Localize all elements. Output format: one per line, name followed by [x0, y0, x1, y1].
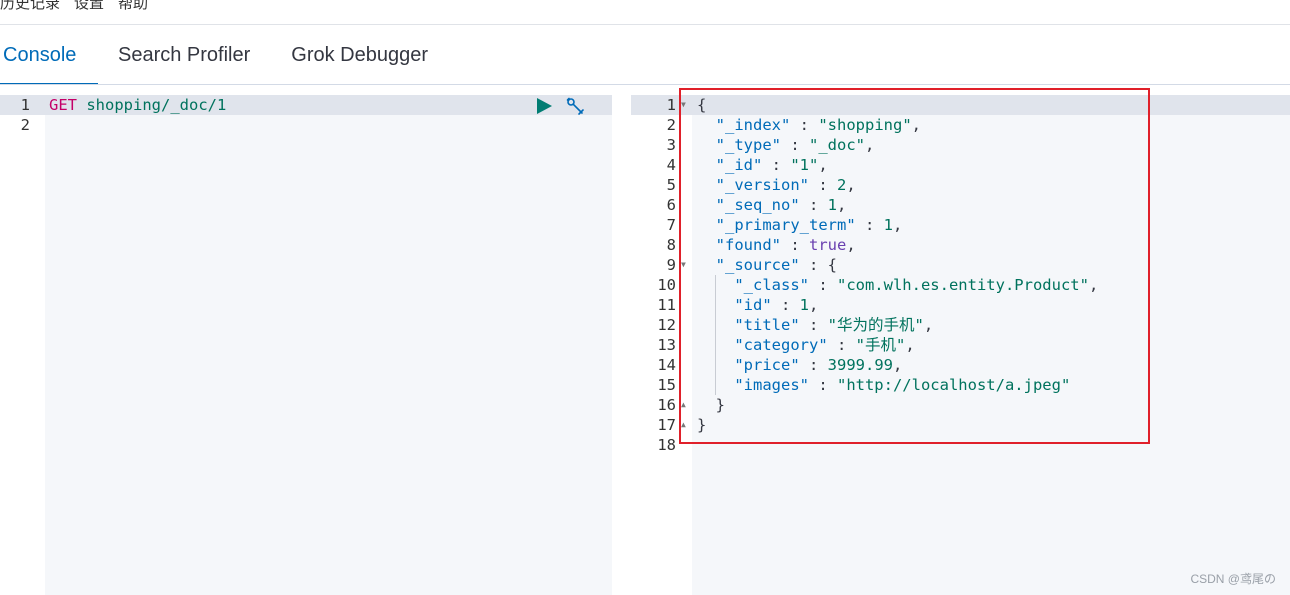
line-number: 18 [657, 436, 676, 454]
request-content-bg [45, 115, 612, 595]
json-line: } [715, 396, 726, 414]
line-number: 3 [666, 136, 676, 154]
top-menu: 历史记录 设置 帮助 [0, 0, 148, 16]
json-line: "images" : "http://localhost/a.jpeg" [734, 376, 1071, 394]
play-icon[interactable] [536, 98, 552, 114]
line-number: 6 [666, 196, 676, 214]
fold-toggle-icon[interactable]: ▲ [681, 415, 689, 435]
response-viewer[interactable]: 1 2 3 4 5 6 7 8 9 10 11 12 13 14 15 16 17 18 ▼ ▼ ▲ ▲ { "_… [631, 95, 1290, 595]
line-number: 17 [657, 416, 676, 434]
line-number: 1 [20, 96, 30, 114]
json-line: "_index" : "shopping", [715, 116, 921, 134]
json-line: "_version" : 2, [715, 176, 856, 194]
line-number: 2 [20, 116, 30, 134]
json-line: "title" : "华为的手机", [734, 316, 934, 334]
active-line-highlight [631, 95, 1290, 115]
menu-item-settings[interactable]: 设置 [74, 0, 104, 16]
json-line: "_id" : "1", [715, 156, 828, 174]
tabs-divider [0, 84, 1290, 85]
json-line: "id" : 1, [734, 296, 819, 314]
json-line: "_seq_no" : 1, [715, 196, 847, 214]
line-number: 10 [657, 276, 676, 294]
request-method: GET [49, 96, 77, 114]
json-line: { [697, 96, 707, 114]
json-line: "_type" : "_doc", [715, 136, 875, 154]
line-number: 14 [657, 356, 676, 374]
fold-toggle-icon[interactable]: ▼ [681, 255, 689, 275]
tab-console[interactable]: Console [0, 25, 98, 85]
line-number: 11 [657, 296, 676, 314]
request-path: shopping/_doc/1 [86, 96, 227, 114]
line-number: 9 [666, 256, 676, 274]
line-number: 8 [666, 236, 676, 254]
request-gutter: 1 2 [0, 95, 45, 595]
watermark: CSDN @鸢尾の [1190, 572, 1276, 586]
line-number: 1 [666, 96, 676, 114]
menu-item-history[interactable]: 历史记录 [0, 0, 60, 16]
tab-search-profiler[interactable]: Search Profiler [118, 25, 250, 85]
line-number: 4 [666, 156, 676, 174]
fold-toggle-icon[interactable]: ▲ [681, 395, 689, 415]
json-line: "category" : "手机", [734, 336, 915, 354]
request-editor[interactable]: 1 2 GET shopping/_doc/1 [0, 95, 612, 595]
request-line[interactable]: GET shopping/_doc/1 [49, 95, 226, 115]
tab-grok-debugger[interactable]: Grok Debugger [291, 25, 428, 85]
fold-toggle-icon[interactable]: ▼ [681, 95, 689, 115]
dev-tools-tabs: Console Search Profiler Grok Debugger [0, 25, 1290, 85]
json-line: "_source" : { [715, 256, 837, 274]
line-number: 15 [657, 376, 676, 394]
wrench-icon[interactable] [566, 97, 586, 117]
json-line: "_class" : "com.wlh.es.entity.Product", [734, 276, 1099, 294]
line-number: 16 [657, 396, 676, 414]
line-number: 2 [666, 116, 676, 134]
menu-item-help[interactable]: 帮助 [118, 0, 148, 16]
json-line: } [697, 416, 707, 434]
line-number: 5 [666, 176, 676, 194]
json-line: "price" : 3999.99, [734, 356, 903, 374]
json-line: "_primary_term" : 1, [715, 216, 903, 234]
line-number: 13 [657, 336, 676, 354]
json-line: "found" : true, [715, 236, 856, 254]
line-number: 12 [657, 316, 676, 334]
line-number: 7 [666, 216, 676, 234]
